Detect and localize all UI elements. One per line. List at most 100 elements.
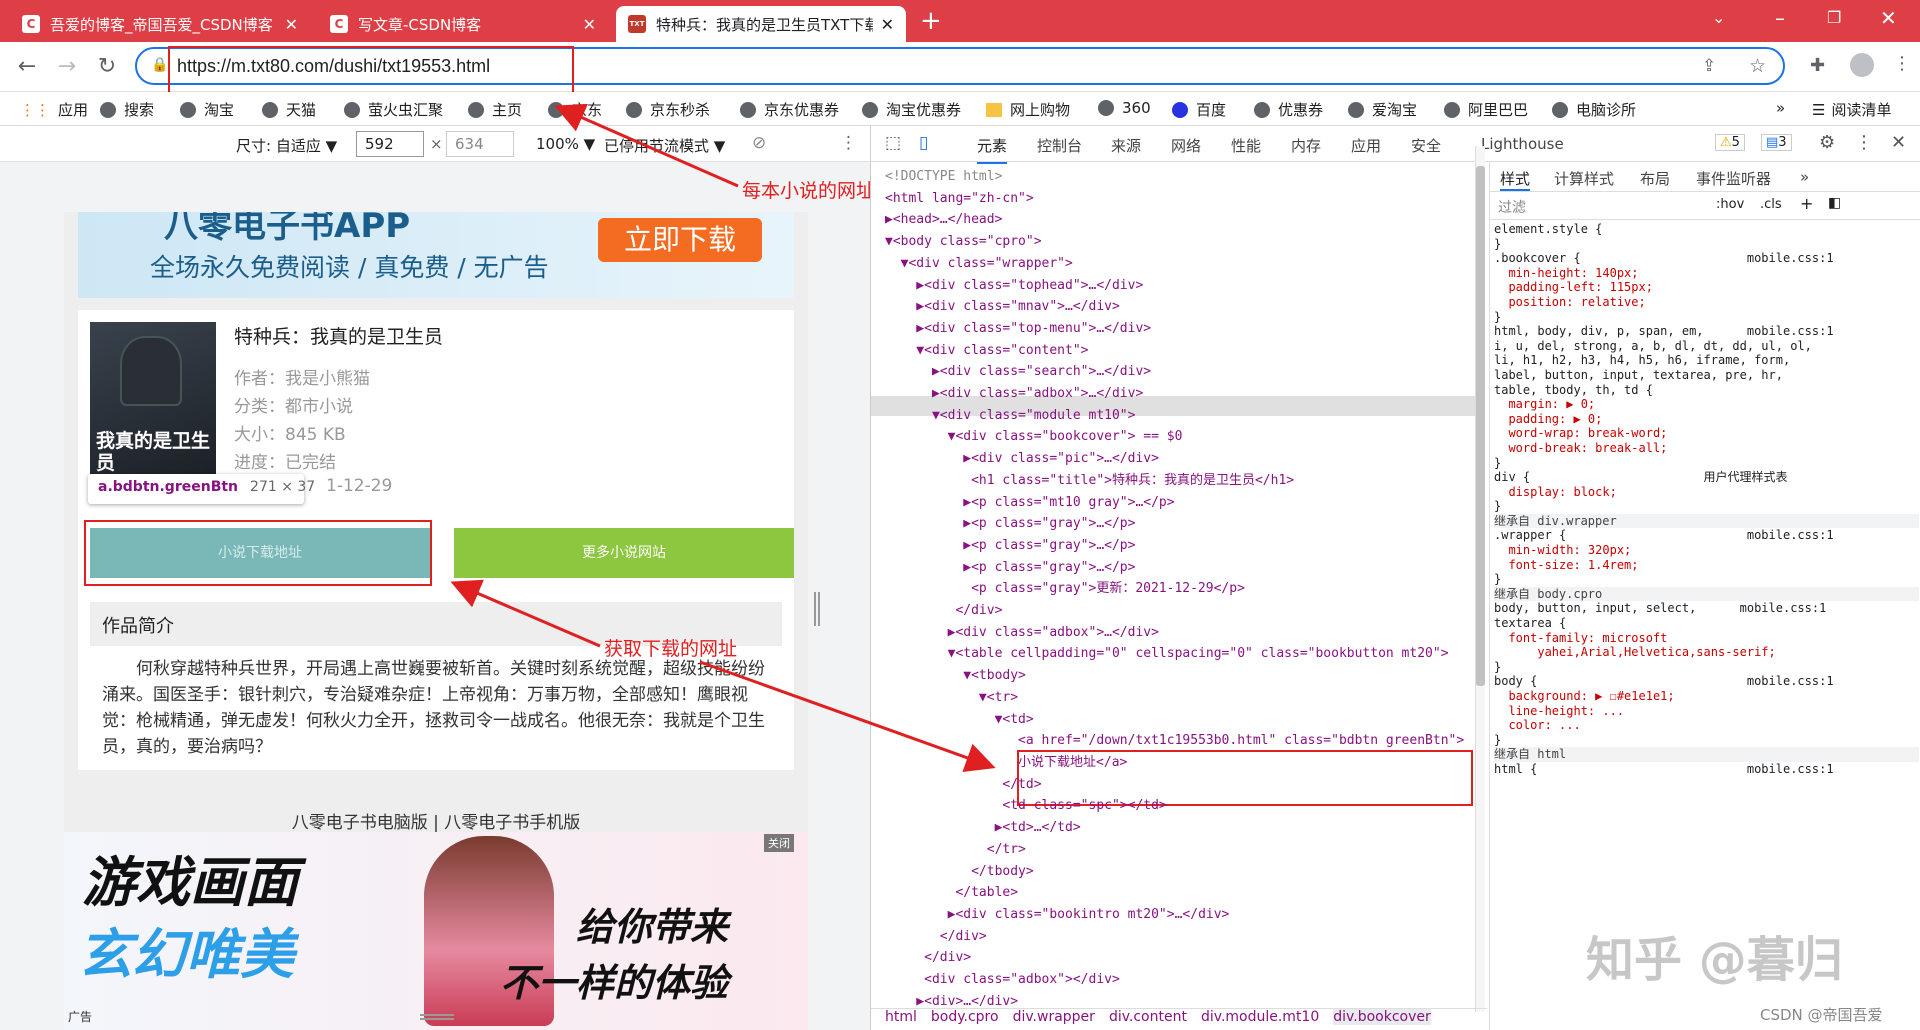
- more-options-icon[interactable]: ⋮: [840, 133, 857, 153]
- breadcrumb-item[interactable]: html: [885, 1009, 917, 1025]
- profile-avatar[interactable]: [1850, 53, 1874, 77]
- tab-txt80-active[interactable]: TXT 特种兵：我真的是卫生员TXT下载 ✕: [616, 6, 906, 42]
- footer-links[interactable]: 八零电子书电脑版 | 八零电子书手机版: [64, 808, 808, 833]
- dom-node-line[interactable]: </div>: [885, 600, 1475, 622]
- reading-list[interactable]: ☰ 阅读清单: [1812, 99, 1891, 120]
- new-tab-button[interactable]: +: [920, 6, 942, 36]
- bookmark-item[interactable]: 淘宝: [180, 99, 234, 120]
- breadcrumb-item[interactable]: div.module.mt10: [1201, 1009, 1319, 1025]
- chevron-down-icon[interactable]: ⌄: [1712, 8, 1725, 27]
- dom-node-line[interactable]: ▼<td>: [885, 709, 1475, 731]
- dom-node-line[interactable]: ▼<div class="wrapper">: [885, 253, 1475, 275]
- zoom-select[interactable]: 100% ▼: [536, 135, 595, 153]
- breadcrumb-item[interactable]: div.content: [1109, 1009, 1187, 1025]
- dom-node-line[interactable]: ▶<div class="mnav">…</div>: [885, 296, 1475, 318]
- dom-node-line[interactable]: <!DOCTYPE html>: [885, 166, 1475, 188]
- dom-node-line[interactable]: </tbody>: [885, 861, 1475, 883]
- device-size-select[interactable]: 尺寸: 自适应 ▼: [236, 135, 337, 156]
- bookmark-item[interactable]: 网上购物: [986, 99, 1070, 120]
- dom-node-line[interactable]: </tr>: [885, 839, 1475, 861]
- tab-csdn-blog[interactable]: C 吾爱的博客_帝国吾爱_CSDN博客 ✕: [10, 6, 310, 42]
- bookmark-item[interactable]: 搜索: [100, 99, 154, 120]
- dom-node-line[interactable]: ▶<div class="bookintro mt20">…</div>: [885, 904, 1475, 926]
- tab-memory[interactable]: 内存: [1291, 135, 1321, 156]
- dom-node-line[interactable]: ▶<div class="tophead">…</div>: [885, 275, 1475, 297]
- scroll-thumb[interactable]: [1476, 166, 1485, 686]
- star-bookmark-icon[interactable]: ☆: [1749, 55, 1766, 77]
- tab-performance[interactable]: 性能: [1231, 135, 1261, 156]
- breadcrumb-item[interactable]: div.wrapper: [1013, 1009, 1095, 1025]
- styles-rules[interactable]: element.style {} .bookcover { mobile.css:…: [1494, 222, 1919, 1030]
- restore-icon[interactable]: ❐: [1827, 8, 1841, 27]
- breadcrumb-item[interactable]: div.bookcover: [1333, 1009, 1431, 1025]
- close-icon[interactable]: ✕: [881, 15, 894, 34]
- tab-elements[interactable]: 元素: [977, 135, 1008, 164]
- tab-csdn-write[interactable]: C 写文章-CSDN博客 ✕: [318, 6, 608, 42]
- dom-tree[interactable]: <!DOCTYPE html> <html lang="zh-cn"> ▶<head…: [885, 166, 1475, 1008]
- dom-node-line[interactable]: ▼<div class="bookcover"> == $0: [885, 426, 1475, 448]
- tab-more[interactable]: »: [1800, 168, 1809, 186]
- dom-node-line[interactable]: ▼<div class="module mt10">: [885, 405, 1475, 427]
- breadcrumb-item[interactable]: body.cpro: [931, 1009, 999, 1025]
- dom-node-line[interactable]: </div>: [885, 947, 1475, 969]
- dom-node-line[interactable]: ▶<td>…</td>: [885, 817, 1475, 839]
- tab-network[interactable]: 网络: [1171, 135, 1201, 156]
- back-arrow-icon[interactable]: ←: [14, 54, 40, 79]
- more-sites-button[interactable]: 更多小说网站: [454, 528, 794, 578]
- tab-styles[interactable]: 样式: [1500, 168, 1531, 191]
- devtools-close-icon[interactable]: ✕: [1891, 132, 1906, 153]
- bookmark-item[interactable]: 优惠券: [1254, 99, 1323, 120]
- game-ad-banner[interactable]: 游戏画面 玄幻唯美 给你带来 不一样的体验 广告 关闭: [64, 832, 808, 1030]
- bookmark-item[interactable]: 百度: [1172, 99, 1226, 120]
- bookmark-item[interactable]: 萤火虫汇聚: [344, 99, 443, 120]
- viewport-width-input[interactable]: 592: [356, 131, 424, 157]
- settings-gear-icon[interactable]: ⚙: [1819, 132, 1835, 153]
- dom-node-line[interactable]: ▶<p class="gray">…</p>: [885, 513, 1475, 535]
- resize-handle-right[interactable]: [814, 592, 820, 626]
- dom-node-line[interactable]: <h1 class="title">特种兵：我真的是卫生员</h1>: [885, 470, 1475, 492]
- bookmark-item[interactable]: 电脑诊所: [1552, 99, 1636, 120]
- tab-layout[interactable]: 布局: [1640, 168, 1670, 189]
- warning-badge[interactable]: ⚠5: [1715, 134, 1745, 151]
- dom-node-line[interactable]: <a href="/down/txt1c19553b0.html" class=…: [885, 730, 1475, 752]
- tab-sources[interactable]: 来源: [1111, 135, 1141, 156]
- tab-computed[interactable]: 计算样式: [1554, 168, 1614, 189]
- ad-close-button[interactable]: 关闭: [764, 834, 794, 852]
- dom-node-line[interactable]: </table>: [885, 882, 1475, 904]
- dom-node-line[interactable]: ▼<table cellpadding="0" cellspacing="0" …: [885, 643, 1475, 665]
- tab-application[interactable]: 应用: [1351, 135, 1381, 156]
- dom-node-line[interactable]: ▶<div class="adbox">…</div>: [885, 383, 1475, 405]
- forward-arrow-icon[interactable]: →: [54, 54, 80, 79]
- tab-console[interactable]: 控制台: [1037, 135, 1082, 156]
- dom-node-line[interactable]: 小说下载地址</a>: [885, 752, 1475, 774]
- dom-node-line[interactable]: ▶<div class="adbox">…</div>: [885, 622, 1475, 644]
- bookmark-item[interactable]: 淘宝优惠券: [862, 99, 961, 120]
- dom-node-line[interactable]: ▼<tbody>: [885, 665, 1475, 687]
- dom-node-line[interactable]: ▼<tr>: [885, 687, 1475, 709]
- bookmark-item[interactable]: 阿里巴巴: [1444, 99, 1528, 120]
- device-toggle-icon[interactable]: ▯: [919, 133, 928, 153]
- close-icon[interactable]: ✕: [285, 15, 298, 34]
- inspect-cursor-icon[interactable]: ⬚: [885, 133, 901, 153]
- rotate-icon[interactable]: ⊘: [752, 133, 766, 153]
- dom-node-line[interactable]: ▶<div class="search">…</div>: [885, 361, 1475, 383]
- app-banner[interactable]: 八零电子书APP 全场永久免费阅读 / 真免费 / 无广告 立即下载: [78, 212, 794, 298]
- close-icon[interactable]: ✕: [583, 15, 596, 34]
- dom-node-line[interactable]: <td class="spc"></td>: [885, 795, 1475, 817]
- reload-icon[interactable]: ↻: [94, 54, 120, 79]
- dom-node-line[interactable]: ▶<head>…</head>: [885, 209, 1475, 231]
- viewport-height-input[interactable]: 634: [446, 131, 514, 157]
- bookmark-item[interactable]: 360: [1098, 99, 1151, 117]
- tab-event-listeners[interactable]: 事件监听器: [1696, 168, 1771, 189]
- dom-scrollbar[interactable]: [1475, 146, 1485, 1012]
- bookmarks-overflow[interactable]: »: [1776, 99, 1785, 117]
- filter-input[interactable]: 过滤: [1498, 197, 1526, 217]
- book-cover-image[interactable]: 我真的是卫生员: [90, 322, 216, 478]
- dom-node-line[interactable]: </td>: [885, 774, 1475, 796]
- dom-node-line[interactable]: ▶<p class="gray">…</p>: [885, 535, 1475, 557]
- throttle-select[interactable]: 已停用节流模式 ▼: [604, 135, 725, 156]
- toggle-sidebar-icon[interactable]: ◧: [1828, 195, 1841, 211]
- dom-node-line[interactable]: ▶<p class="mt10 gray">…</p>: [885, 492, 1475, 514]
- dom-node-line[interactable]: ▼<body class="cpro">: [885, 231, 1475, 253]
- bookmark-item[interactable]: 京东秒杀: [626, 99, 710, 120]
